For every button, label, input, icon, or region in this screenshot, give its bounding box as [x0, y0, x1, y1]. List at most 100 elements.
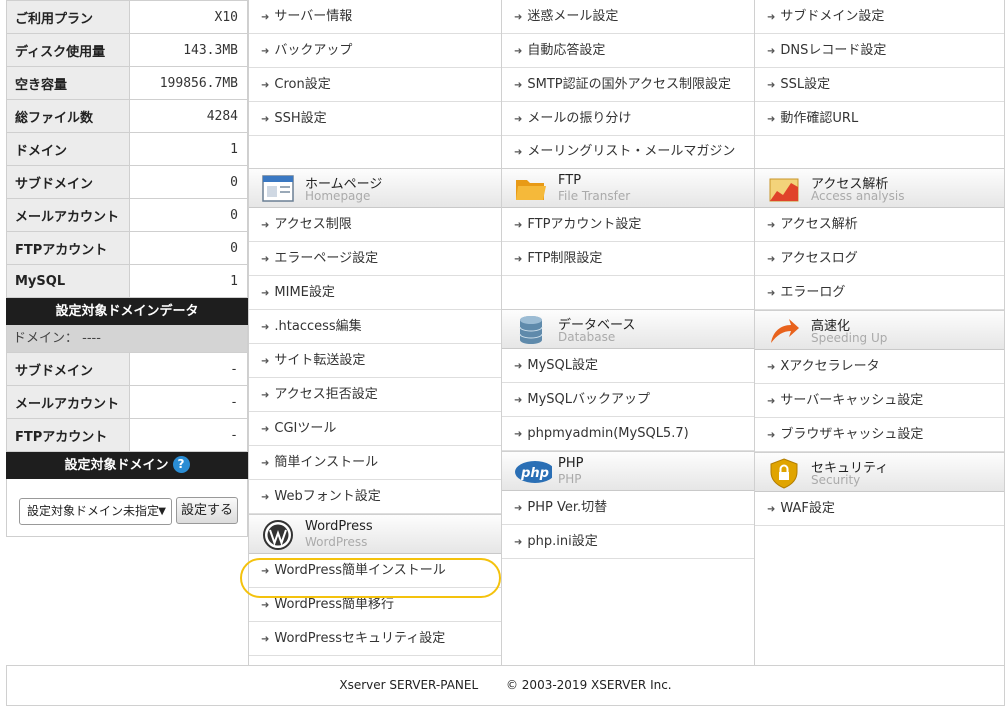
- arrow-icon: ➜: [514, 12, 523, 23]
- menu-item[interactable]: ➜ サイト転送設定: [249, 344, 501, 378]
- arrow-icon: ➜: [514, 80, 523, 91]
- section-subtitle: WordPress: [305, 535, 368, 549]
- menu-item[interactable]: ➜ ブラウザキャッシュ設定: [755, 418, 1004, 452]
- arrow-icon: ➜: [261, 288, 270, 299]
- menu-item[interactable]: ➜ アクセス拒否設定: [249, 378, 501, 412]
- section-title: FTP: [558, 173, 582, 188]
- menu-item-label: CGIツール: [274, 421, 337, 436]
- menu-item[interactable]: ➜ 迷惑メール設定: [502, 0, 754, 34]
- arrow-icon: ➜: [767, 46, 776, 57]
- arrow-icon: ➜: [261, 566, 270, 577]
- menu-item[interactable]: ➜ WordPress簡単移行: [249, 588, 501, 622]
- target-domain-data-heading: 設定対象ドメインデータ: [6, 298, 248, 325]
- menu-item-wordpress-install[interactable]: ➜ WordPress簡単インストール: [249, 554, 501, 588]
- menu-item[interactable]: ➜ サブドメイン設定: [755, 0, 1004, 34]
- stat-value: 199856.7MB: [129, 66, 248, 100]
- menu-item-label: Xアクセラレータ: [780, 359, 880, 374]
- menu-item[interactable]: ➜ MySQL設定: [502, 349, 754, 383]
- arrow-icon: ➜: [514, 395, 523, 406]
- menu-spacer: [755, 136, 1004, 168]
- menu-item-label: SSL設定: [780, 77, 831, 92]
- menu-item[interactable]: ➜ アクセスログ: [755, 242, 1004, 276]
- menu-item[interactable]: ➜ SSL設定: [755, 68, 1004, 102]
- menu-item-label: サイト転送設定: [274, 353, 366, 368]
- menu-item-label: メールの振り分け: [527, 111, 632, 126]
- menu-item[interactable]: ➜ FTPアカウント設定: [502, 208, 754, 242]
- help-icon[interactable]: ?: [172, 456, 190, 473]
- section-header-access-analysis: アクセス解析 Access analysis: [755, 168, 1004, 208]
- section-subtitle: Security: [811, 473, 861, 487]
- analytics-chart-icon: [769, 178, 799, 202]
- menu-item[interactable]: ➜ エラーページ設定: [249, 242, 501, 276]
- stat-value: 4284: [129, 99, 248, 133]
- menu-item[interactable]: ➜ メーリングリスト・メールマガジン: [502, 136, 754, 168]
- arrow-icon: ➜: [261, 80, 270, 91]
- arrow-icon: ➜: [261, 458, 270, 469]
- menu-item[interactable]: ➜ phpmyadmin(MySQL5.7): [502, 417, 754, 451]
- php-badge-icon: php: [515, 461, 552, 483]
- stat-row-mysql: MySQL 1: [6, 264, 248, 298]
- menu-item[interactable]: ➜ バックアップ: [249, 34, 501, 68]
- arrow-icon: ➜: [767, 396, 776, 407]
- menu-item[interactable]: ➜ SSH設定: [249, 102, 501, 136]
- target-domain-line: ドメイン： ----: [6, 325, 248, 352]
- menu-item[interactable]: ➜ アクセス解析: [755, 208, 1004, 242]
- sidebar: ご利用プラン X10 ディスク使用量 143.3MB 空き容量 199856.7MB …: [6, 0, 248, 537]
- arrow-icon: ➜: [261, 390, 270, 401]
- stat-value: 1: [129, 264, 248, 298]
- menu-item[interactable]: ➜ CGIツール: [249, 412, 501, 446]
- arrow-icon: ➜: [514, 537, 523, 548]
- database-icon: [519, 316, 543, 344]
- menu-item[interactable]: ➜ 自動応答設定: [502, 34, 754, 68]
- arrow-icon: ➜: [261, 492, 270, 503]
- menu-item-label: Cron設定: [274, 77, 331, 92]
- menu-item[interactable]: ➜ 簡単インストール: [249, 446, 501, 480]
- menu-item[interactable]: ➜ FTP制限設定: [502, 242, 754, 276]
- stat-row-subdomain: サブドメイン 0: [6, 165, 248, 199]
- menu-item[interactable]: ➜ MIME設定: [249, 276, 501, 310]
- menu-item-label: phpmyadmin(MySQL5.7): [527, 426, 689, 441]
- menu-item[interactable]: ➜ Xアクセラレータ: [755, 350, 1004, 384]
- arrow-icon: ➜: [261, 220, 270, 231]
- menu-item[interactable]: ➜ Cron設定: [249, 68, 501, 102]
- arrow-icon: ➜: [514, 46, 523, 57]
- menu-item[interactable]: ➜ 動作確認URL: [755, 102, 1004, 136]
- arrow-icon: ➜: [514, 220, 523, 231]
- stat-label: ドメイン: [6, 132, 130, 166]
- stat-value: 1: [129, 132, 248, 166]
- menu-item[interactable]: ➜ サーバーキャッシュ設定: [755, 384, 1004, 418]
- section-header-ftp: FTP File Transfer: [502, 168, 754, 208]
- menu-item-label: アクセス制限: [274, 217, 352, 232]
- menu-item[interactable]: ➜ Webフォント設定: [249, 480, 501, 514]
- section-subtitle: PHP: [558, 472, 582, 486]
- menu-item[interactable]: ➜ WordPressセキュリティ設定: [249, 622, 501, 656]
- domain-select[interactable]: 設定対象ドメイン未指定 ▼: [19, 498, 172, 525]
- menu-item[interactable]: ➜ メールの振り分け: [502, 102, 754, 136]
- menu-item-label: .htaccess編集: [274, 319, 362, 334]
- stat-row-file-count: 総ファイル数 4284: [6, 99, 248, 133]
- menu-item[interactable]: ➜ エラーログ: [755, 276, 1004, 310]
- menu-item[interactable]: ➜ WAF設定: [755, 492, 1004, 526]
- section-subtitle: Speeding Up: [811, 331, 888, 345]
- arrow-icon: ➜: [767, 12, 776, 23]
- menu-item[interactable]: ➜ DNSレコード設定: [755, 34, 1004, 68]
- menu-item[interactable]: ➜ MySQLバックアップ: [502, 383, 754, 417]
- stat-value: 0: [129, 198, 248, 232]
- set-domain-button[interactable]: 設定する: [176, 497, 238, 524]
- menu-item[interactable]: ➜ サーバー情報: [249, 0, 501, 34]
- arrow-icon: ➜: [767, 254, 776, 265]
- stat-row-plan: ご利用プラン X10: [6, 0, 248, 34]
- menu-column-domain: ➜ サブドメイン設定 ➜ DNSレコード設定 ➜ SSL設定 ➜ 動作確認URL アクセ…: [754, 0, 1005, 665]
- section-subtitle: Homepage: [305, 189, 371, 203]
- stat-label: ディスク使用量: [6, 33, 130, 67]
- stat-row-mail-account: メールアカウント 0: [6, 198, 248, 232]
- menu-item[interactable]: ➜ .htaccess編集: [249, 310, 501, 344]
- menu-item[interactable]: ➜ PHP Ver.切替: [502, 491, 754, 525]
- section-header-wordpress: WordPress WordPress: [249, 514, 501, 554]
- menu-item-label: SMTP認証の国外アクセス制限設定: [527, 77, 731, 92]
- menu-item[interactable]: ➜ php.ini設定: [502, 525, 754, 559]
- arrow-icon: ➜: [767, 80, 776, 91]
- menu-item[interactable]: ➜ アクセス制限: [249, 208, 501, 242]
- menu-item-label: MySQLバックアップ: [527, 392, 651, 407]
- menu-item[interactable]: ➜ SMTP認証の国外アクセス制限設定: [502, 68, 754, 102]
